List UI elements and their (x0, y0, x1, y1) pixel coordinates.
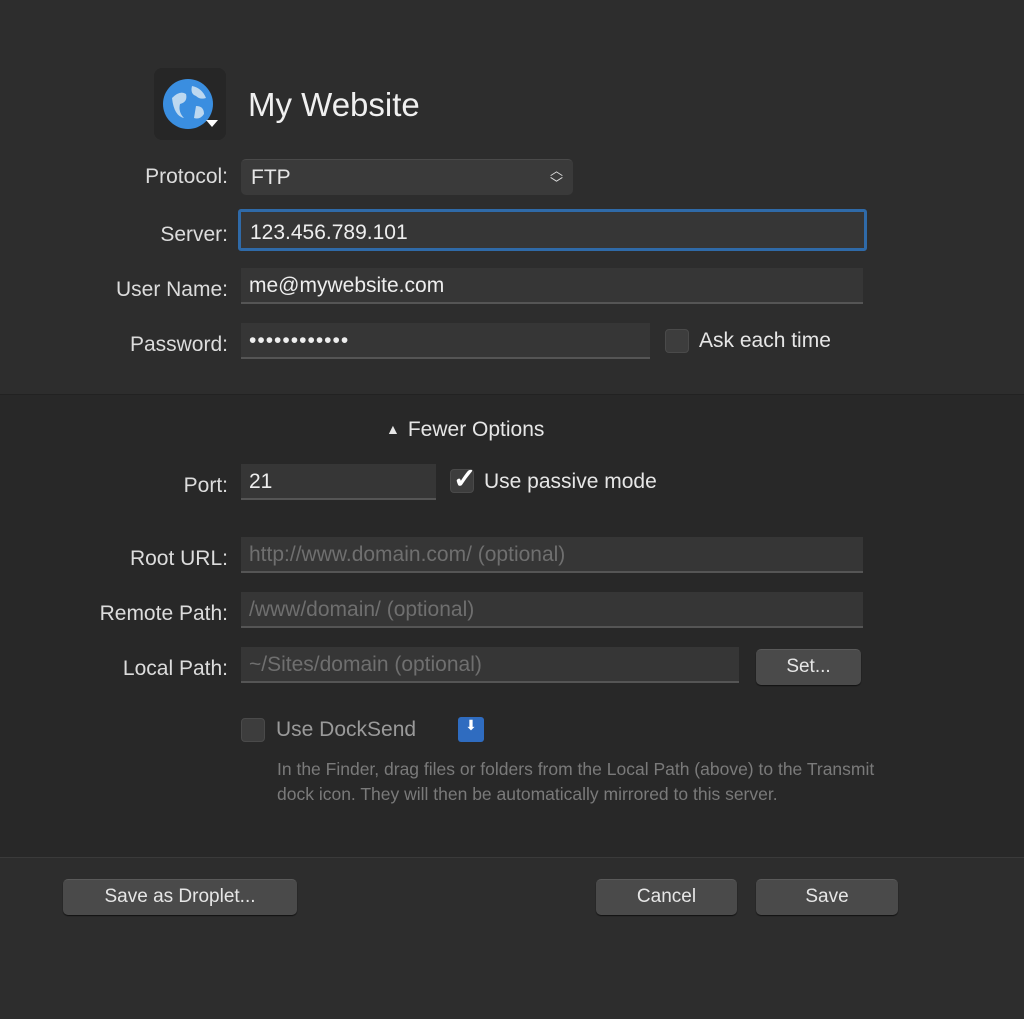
root-url-label: Root URL: (129, 547, 228, 570)
port-input[interactable]: 21 (241, 464, 436, 500)
passive-mode-checkbox[interactable]: ✓ (450, 463, 476, 494)
docksend-icon: ⬇ (458, 717, 484, 742)
username-label: User Name: (115, 278, 228, 301)
protocol-label: Protocol: (145, 165, 228, 188)
root-url-input[interactable]: http://www.domain.com/ (optional) (241, 537, 863, 573)
globe-icon (163, 79, 218, 129)
passive-mode-label[interactable]: Use passive mode (484, 470, 657, 494)
ask-each-time-checkbox[interactable] (665, 329, 689, 353)
site-icon[interactable] (154, 68, 226, 140)
port-label: Port: (183, 474, 228, 497)
protocol-value: FTP (251, 166, 291, 189)
fewer-options-toggle[interactable]: ▲ Fewer Options (386, 418, 544, 442)
cancel-button[interactable]: Cancel (596, 879, 737, 915)
protocol-select[interactable]: FTP ︿ ﹀ (241, 159, 573, 195)
ask-each-time-label[interactable]: Ask each time (699, 329, 831, 353)
local-path-label: Local Path: (122, 657, 228, 680)
server-input[interactable]: 123.456.789.101 (238, 209, 867, 251)
remote-path-input[interactable]: /www/domain/ (optional) (241, 592, 863, 628)
docksend-label[interactable]: Use DockSend (276, 718, 416, 742)
chevron-updown-icon: ︿ ﹀ (549, 163, 563, 191)
server-label: Server: (160, 223, 228, 246)
username-input[interactable]: me@mywebsite.com (241, 268, 863, 304)
password-label: Password: (129, 333, 228, 356)
set-button[interactable]: Set... (756, 649, 861, 685)
docksend-help-text: In the Finder, drag files or folders fro… (277, 759, 875, 804)
local-path-input[interactable]: ~/Sites/domain (optional) (241, 647, 739, 683)
save-as-droplet-button[interactable]: Save as Droplet... (63, 879, 297, 915)
docksend-checkbox[interactable] (241, 718, 265, 742)
remote-path-label: Remote Path: (99, 602, 228, 625)
checkmark-icon: ✓ (453, 463, 477, 494)
site-title[interactable]: My Website (248, 86, 420, 124)
fewer-options-label: Fewer Options (407, 418, 545, 441)
password-input[interactable]: •••••••••••• (241, 323, 650, 359)
triangle-up-icon: ▲ (386, 421, 400, 437)
save-button[interactable]: Save (756, 879, 898, 915)
